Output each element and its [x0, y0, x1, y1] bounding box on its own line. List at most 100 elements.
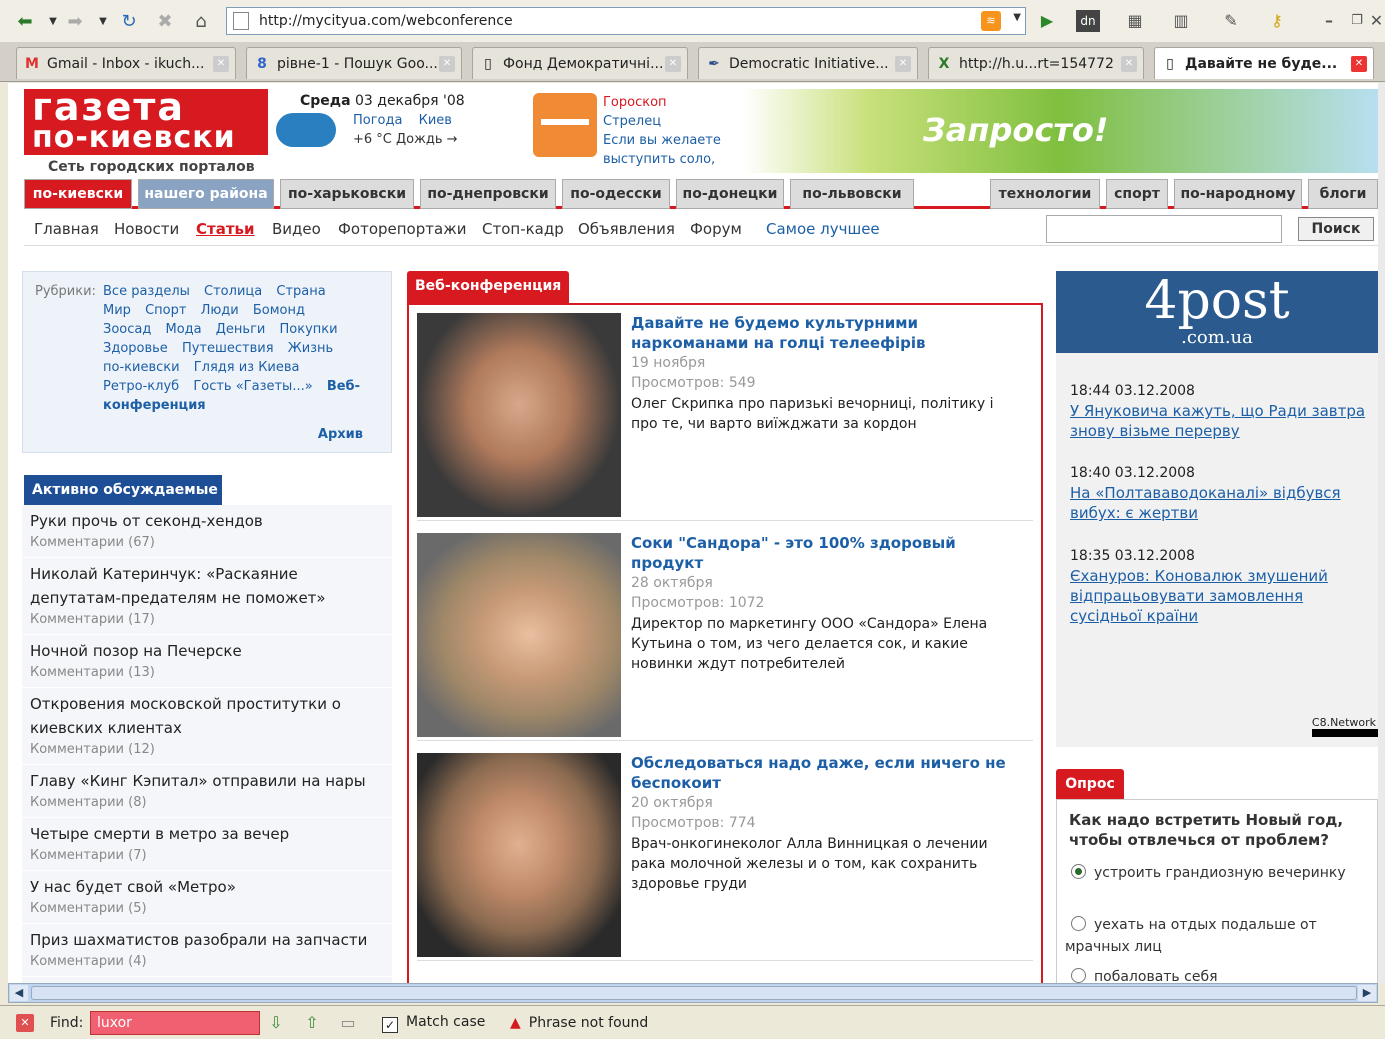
article-title[interactable]: Соки "Сандора" - это 100% здоровый проду… [631, 533, 1021, 573]
scroll-right-icon[interactable]: ▶ [1358, 985, 1376, 1001]
poll-option-label[interactable]: уехать на отдых подальше от мрачных лиц [1065, 917, 1317, 955]
list-item[interactable]: Главу «Кинг Кэпитал» отправили на нары Ко… [22, 765, 392, 818]
tab-fond[interactable]: ▯ Фонд Демократичні... ✕ [472, 47, 688, 79]
nav-po-narodnomu[interactable]: по-народному [1174, 179, 1302, 209]
horoscope-title[interactable]: Гороскоп [603, 93, 721, 112]
4post-logo[interactable]: 4post .com.ua [1056, 271, 1378, 353]
item-title[interactable]: Руки прочь от секонд-хендов [30, 509, 384, 533]
nav-stop-kadr[interactable]: Стоп-кадр [482, 220, 564, 238]
poll-option[interactable]: уехать на отдых подальше от мрачных лиц [1065, 914, 1355, 958]
nav-sport[interactable]: спорт [1106, 179, 1168, 209]
list-item[interactable]: Откровения московской проститутки о киев… [22, 688, 392, 765]
close-tab-icon[interactable]: ✕ [439, 56, 455, 72]
article-photo[interactable] [417, 753, 621, 957]
nav-glavnaya[interactable]: Главная [34, 220, 99, 238]
rubric-link[interactable]: по-киевски [103, 360, 180, 375]
find-input[interactable]: luxor [90, 1011, 260, 1035]
article-photo[interactable] [417, 313, 621, 517]
item-comments[interactable]: Комментарии (7) [30, 846, 384, 866]
nav-novosti[interactable]: Новости [114, 220, 179, 238]
tab-active[interactable]: ▯ Давайте не буде... ✕ [1154, 47, 1374, 79]
vertical-scrollbar[interactable] [1378, 83, 1385, 983]
rubric-link[interactable]: Спорт [145, 303, 186, 318]
radio-selected-icon[interactable] [1071, 864, 1086, 879]
search-input[interactable] [1046, 215, 1282, 243]
rubric-link[interactable]: Бомонд [253, 303, 305, 318]
rubric-link[interactable]: Люди [201, 303, 239, 318]
rubric-link[interactable]: Мода [165, 322, 201, 337]
match-case-checkbox[interactable]: ✓ Match case [382, 1014, 485, 1033]
webconference-tab[interactable]: Веб-конференция [407, 271, 569, 303]
network-icon[interactable]: ▦ [1122, 8, 1148, 34]
rubric-link[interactable]: Глядя из Киева [194, 360, 300, 375]
item-comments[interactable]: Комментарии (12) [30, 740, 384, 760]
article-title[interactable]: Давайте не будемо культурними наркоманам… [631, 313, 1021, 353]
nav-po-dneprovski[interactable]: по-днепровски [420, 179, 556, 209]
item-title[interactable]: У нас будет свой «Метро» [30, 875, 384, 899]
archive-link[interactable]: Архив [318, 427, 363, 442]
poll-option[interactable]: устроить грандиозную вечеринку [1065, 862, 1355, 884]
rubric-link[interactable]: Жизнь [288, 341, 334, 356]
forward-dropdown-icon[interactable]: ▼ [90, 8, 116, 34]
nav-obyavleniya[interactable]: Объявления [578, 220, 675, 238]
back-icon[interactable]: ⬅ [12, 8, 38, 34]
highlight-icon[interactable]: ▭ [338, 1013, 358, 1033]
rubric-link[interactable]: Мир [103, 303, 131, 318]
nav-forum[interactable]: Форум [690, 220, 742, 238]
news-link[interactable]: Єханурoв: Коновалюк змушений відпрацьову… [1070, 566, 1370, 626]
tab-gmail[interactable]: M Gmail - Inbox - ikuch... ✕ [16, 47, 236, 79]
item-title[interactable]: Приз шахматистов разобрали на запчасти [30, 928, 384, 952]
find-previous-icon[interactable]: ⇧ [302, 1013, 322, 1033]
list-item[interactable]: Ночной позор на Печерске Комментарии (13) [22, 635, 392, 688]
nav-blogi[interactable]: блоги [1308, 179, 1378, 209]
news-link[interactable]: У Януковича кажуть, що Ради завтра знову… [1070, 401, 1370, 441]
nav-nashego-raiona[interactable]: нашего района [138, 179, 274, 209]
radio-icon[interactable] [1071, 968, 1086, 983]
restore-icon[interactable]: ❐ [1344, 8, 1370, 34]
rss-feed-icon[interactable]: ≋ [981, 11, 1001, 31]
rubric-link[interactable]: Здоровье [103, 341, 168, 356]
item-comments[interactable]: Комментарии (13) [30, 663, 384, 683]
list-item[interactable]: Руки прочь от секонд-хендов Комментарии (… [22, 505, 392, 558]
nav-po-lvovski[interactable]: по-львовски [790, 179, 914, 209]
tab-excel[interactable]: X http://h.u...rt=154772 ✕ [928, 47, 1144, 79]
rubric-link[interactable]: Столица [204, 284, 262, 299]
servers-icon[interactable]: ▥ [1168, 8, 1194, 34]
horoscope-block[interactable]: Гороскоп Стрелец Если вы желаете выступи… [603, 93, 721, 169]
key-icon[interactable]: ⚷ [1264, 8, 1290, 34]
rubric-link[interactable]: Все разделы [103, 284, 190, 299]
checkbox-checked-icon[interactable]: ✓ [382, 1017, 398, 1033]
stop-icon[interactable]: ✖ [152, 8, 178, 34]
close-find-icon[interactable]: ✕ [16, 1014, 34, 1032]
item-title[interactable]: Четыре смерти в метро за вечер [30, 822, 384, 846]
go-icon[interactable]: ▶ [1034, 8, 1060, 34]
nav-stati[interactable]: Статьи [196, 220, 255, 238]
scroll-left-icon[interactable]: ◀ [10, 985, 28, 1001]
article-title[interactable]: Обследоваться надо даже, если ничего не … [631, 753, 1021, 793]
close-window-icon[interactable]: ✕ [1368, 8, 1385, 34]
forward-icon[interactable]: ➡ [62, 8, 88, 34]
rubric-link[interactable]: Путешествия [182, 341, 274, 356]
horoscope-sagittarius-icon[interactable] [533, 93, 597, 157]
horizontal-scrollbar[interactable]: ◀ ▶ [8, 983, 1378, 1003]
edit-icon[interactable]: ✎ [1218, 8, 1244, 34]
weather-link[interactable]: Погода [353, 113, 402, 128]
tab-google-search[interactable]: 8 рівне-1 - Пошук Goo... ✕ [246, 47, 462, 79]
item-comments[interactable]: Комментарии (5) [30, 899, 384, 919]
item-title[interactable]: Откровения московской проститутки о киев… [30, 692, 384, 740]
nav-po-odesski[interactable]: по-одесски [562, 179, 670, 209]
nav-samoe-luchshee[interactable]: Самое лучшее [766, 220, 880, 238]
item-title[interactable]: Николай Катеринчук: «Раскаяние депутатам… [30, 562, 384, 610]
nav-po-kharkovski[interactable]: по-харьковски [280, 179, 414, 209]
close-tab-icon[interactable]: ✕ [213, 56, 229, 72]
nav-tekhnologii[interactable]: технологии [990, 179, 1100, 209]
radio-icon[interactable] [1071, 916, 1086, 931]
nav-fotoreportazhi[interactable]: Фоторепортажи [338, 220, 466, 238]
item-comments[interactable]: Комментарии (8) [30, 793, 384, 813]
list-item[interactable]: Приз шахматистов разобрали на запчасти Ко… [22, 924, 392, 977]
poll-option-label[interactable]: побаловать себя [1094, 969, 1218, 983]
rubric-link[interactable]: Ретро-клуб [103, 379, 179, 394]
url-dropdown-icon[interactable]: ▼ [1013, 12, 1021, 23]
tab-democratic[interactable]: ✒ Democratic Initiative... ✕ [698, 47, 918, 79]
ad-banner[interactable]: Запросто! [743, 89, 1378, 173]
